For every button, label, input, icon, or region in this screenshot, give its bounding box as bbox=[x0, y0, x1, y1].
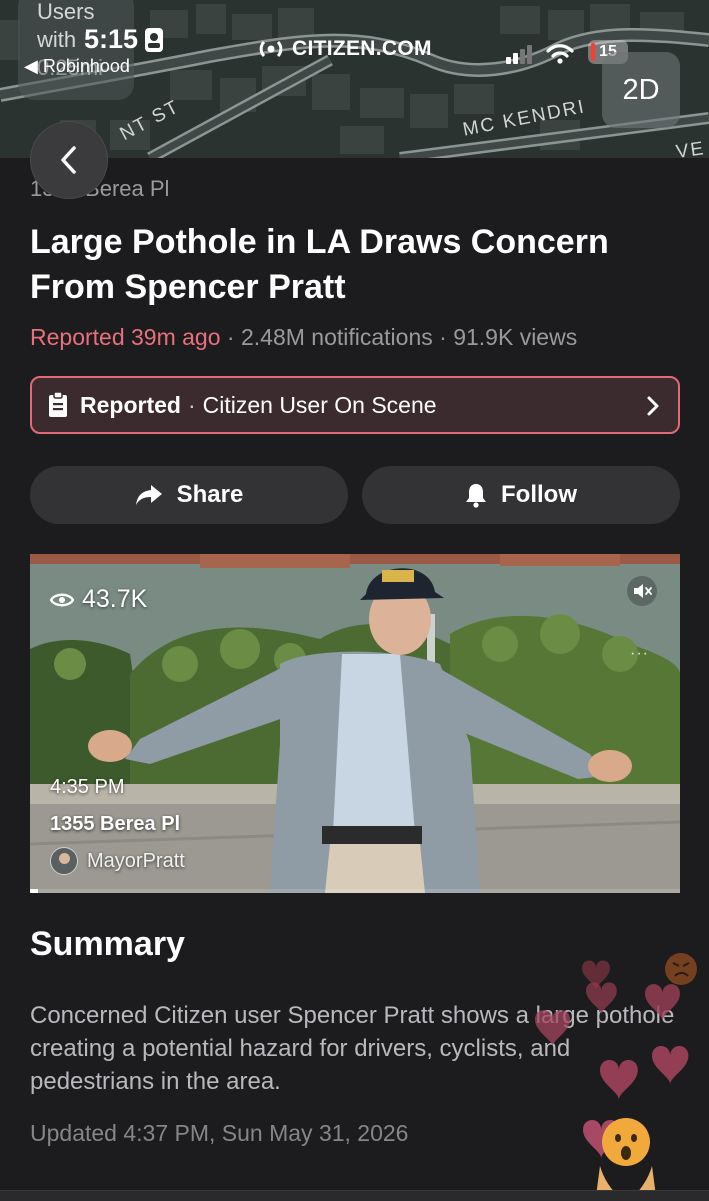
summary-heading: Summary bbox=[30, 925, 185, 963]
chevron-right-icon bbox=[647, 396, 659, 416]
incident-meta: Reported 39m ago · 2.48M notifications ·… bbox=[30, 324, 577, 351]
video-progress-bar[interactable] bbox=[30, 889, 680, 893]
id-badge-icon bbox=[145, 27, 164, 52]
chevron-left-icon bbox=[61, 146, 76, 174]
meta-separator: · bbox=[439, 324, 447, 350]
status-pill-label: Reported bbox=[80, 391, 181, 418]
video-progress-fill bbox=[30, 889, 38, 893]
reported-time: Reported 39m ago bbox=[30, 324, 221, 350]
share-button[interactable]: Share bbox=[30, 466, 348, 524]
citizen-logo-icon bbox=[259, 40, 283, 58]
back-to-app-link[interactable]: ◀ Robinhood bbox=[24, 56, 130, 77]
notification-count: 2.48M notifications bbox=[240, 324, 433, 350]
status-update-pill[interactable]: Reported · Citizen User On Scene bbox=[30, 376, 680, 434]
back-button[interactable] bbox=[30, 121, 108, 199]
video-author-name: MayorPratt bbox=[87, 849, 185, 872]
avatar bbox=[50, 847, 78, 875]
video-more-button[interactable]: ··· bbox=[630, 645, 649, 663]
follow-label: Follow bbox=[501, 481, 577, 508]
bell-icon bbox=[466, 484, 486, 508]
status-pill-separator: · bbox=[187, 391, 196, 418]
summary-text: Concerned Citizen user Spencer Pratt sho… bbox=[30, 1002, 675, 1095]
status-pill-detail: Citizen User On Scene bbox=[202, 391, 437, 418]
meta-separator: · bbox=[226, 324, 235, 350]
heart-icon bbox=[583, 1120, 620, 1159]
clipboard-icon bbox=[49, 392, 67, 417]
eye-icon bbox=[50, 593, 74, 606]
view-count: 91.9K views bbox=[453, 324, 578, 350]
incident-video[interactable]: 43.7K ··· 4:35 PM 1355 Berea Pl MayorPra… bbox=[30, 554, 680, 893]
video-timestamp: 4:35 PM bbox=[50, 776, 125, 798]
video-view-count-text: 43.7K bbox=[82, 585, 148, 613]
share-label: Share bbox=[176, 481, 244, 508]
signal-icon bbox=[506, 45, 532, 64]
status-time-text: 5:15 bbox=[84, 24, 139, 54]
citizen-brand: CITIZEN.COM bbox=[256, 37, 432, 61]
share-arrow-icon bbox=[135, 485, 162, 505]
street-label-ve: VE bbox=[674, 138, 707, 158]
status-time: 5:15 bbox=[84, 24, 164, 55]
video-author[interactable]: MayorPratt bbox=[50, 847, 185, 875]
video-view-count: 43.7K bbox=[50, 585, 147, 614]
map-view-toggle[interactable]: 2D bbox=[602, 52, 680, 128]
wifi-icon bbox=[546, 44, 574, 64]
incident-title: Large Pothole in LA Draws Concern From S… bbox=[30, 223, 609, 306]
incident-map[interactable]: NT ST MC KENDRI VE Users with 0.25mi 5:1… bbox=[0, 0, 709, 158]
nearby-users-line-1: Users bbox=[37, 0, 95, 24]
heart-icon bbox=[582, 960, 610, 990]
shocked-face-icon bbox=[596, 1118, 656, 1196]
speaker-muted-icon[interactable] bbox=[627, 576, 657, 606]
angry-face-icon bbox=[665, 953, 697, 985]
follow-button[interactable]: Follow bbox=[362, 466, 680, 524]
brand-text: CITIZEN.COM bbox=[292, 37, 432, 60]
video-address: 1355 Berea Pl bbox=[50, 813, 181, 835]
bottom-sheet-edge bbox=[0, 1190, 709, 1201]
updated-timestamp: Updated 4:37 PM, Sun May 31, 2026 bbox=[30, 1120, 409, 1146]
